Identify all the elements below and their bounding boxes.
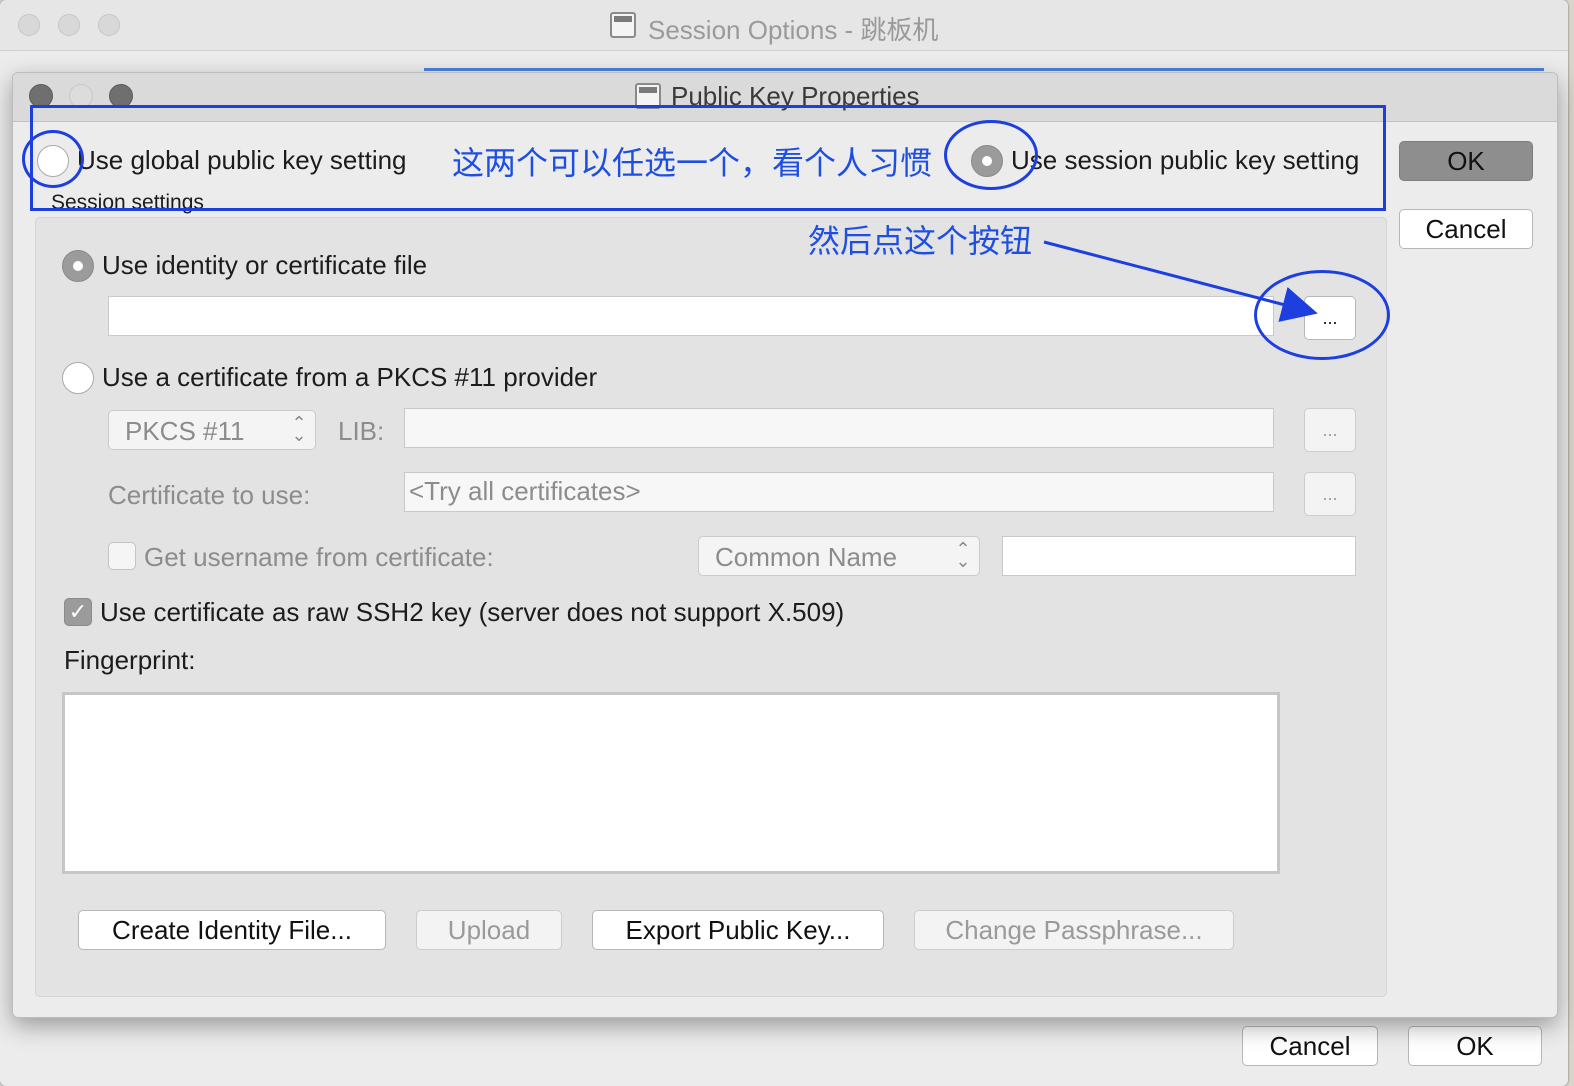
annotation-arrow — [1043, 240, 1318, 322]
